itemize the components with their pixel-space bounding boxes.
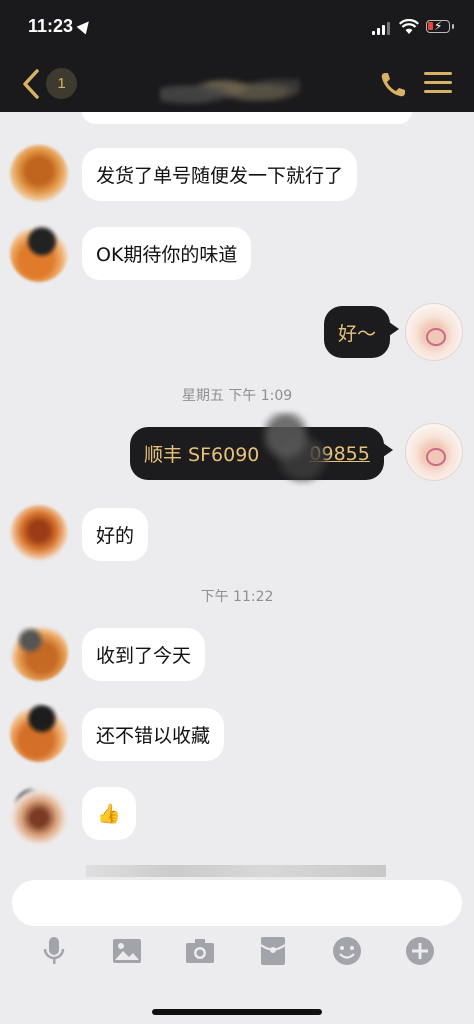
contact-avatar[interactable] — [10, 224, 68, 282]
unread-badge[interactable]: 1 — [46, 68, 77, 99]
menu-icon[interactable] — [424, 72, 452, 96]
message-bubble-incoming[interactable]: OK期待你的味道 — [82, 227, 252, 280]
signal-icon — [372, 22, 392, 35]
contact-avatar[interactable] — [10, 505, 68, 563]
wifi-icon — [399, 19, 419, 34]
contact-avatar[interactable] — [10, 704, 68, 762]
plus-icon[interactable] — [403, 934, 437, 968]
contact-avatar[interactable] — [10, 145, 68, 203]
battery-icon: ⚡ — [426, 19, 454, 33]
self-avatar[interactable] — [405, 423, 463, 481]
phone-icon[interactable] — [378, 70, 408, 100]
contact-avatar[interactable] — [10, 786, 68, 844]
message-bubble-incoming[interactable]: 好的 — [82, 508, 149, 561]
status-time: 11:23 — [28, 16, 74, 36]
back-button[interactable] — [14, 64, 48, 104]
message-bubble-incoming-emoji[interactable]: 👍 — [82, 787, 136, 840]
composer-toolbar — [0, 934, 474, 974]
red-packet-icon[interactable] — [256, 934, 290, 968]
partial-image-message — [86, 865, 386, 877]
message-bubble-incoming[interactable]: 发货了单号随便发一下就行了 — [82, 148, 358, 201]
contact-avatar[interactable] — [10, 623, 68, 681]
home-indicator — [152, 1009, 322, 1015]
chevron-left-icon — [23, 69, 39, 99]
partial-message-bubble — [82, 112, 412, 124]
camera-icon[interactable] — [183, 934, 217, 968]
contact-name-redacted — [160, 68, 300, 112]
location-arrow-icon — [76, 17, 94, 35]
emoji-icon[interactable] — [330, 934, 364, 968]
message-input[interactable] — [12, 880, 462, 926]
timestamp: 星期五 下午 1:09 — [181, 388, 293, 404]
message-bubble-incoming[interactable]: 还不错以收藏 — [82, 708, 225, 761]
tracking-text: 顺丰 SF6090 — [144, 444, 260, 466]
self-avatar[interactable] — [405, 303, 463, 361]
message-bubble-outgoing[interactable]: 好～ — [324, 306, 400, 358]
message-bubble-incoming[interactable]: 收到了今天 — [82, 628, 206, 681]
microphone-icon[interactable] — [37, 934, 71, 968]
tracking-redaction — [252, 412, 336, 490]
chat-area[interactable]: 发货了单号随便发一下就行了 OK期待你的味道 好～ 星期五 下午 1:09 顺丰… — [0, 112, 474, 877]
image-icon[interactable] — [110, 934, 144, 968]
top-bar: 11:23 ⚡ 1 — [0, 0, 474, 112]
timestamp: 下午 11:22 — [200, 589, 274, 605]
